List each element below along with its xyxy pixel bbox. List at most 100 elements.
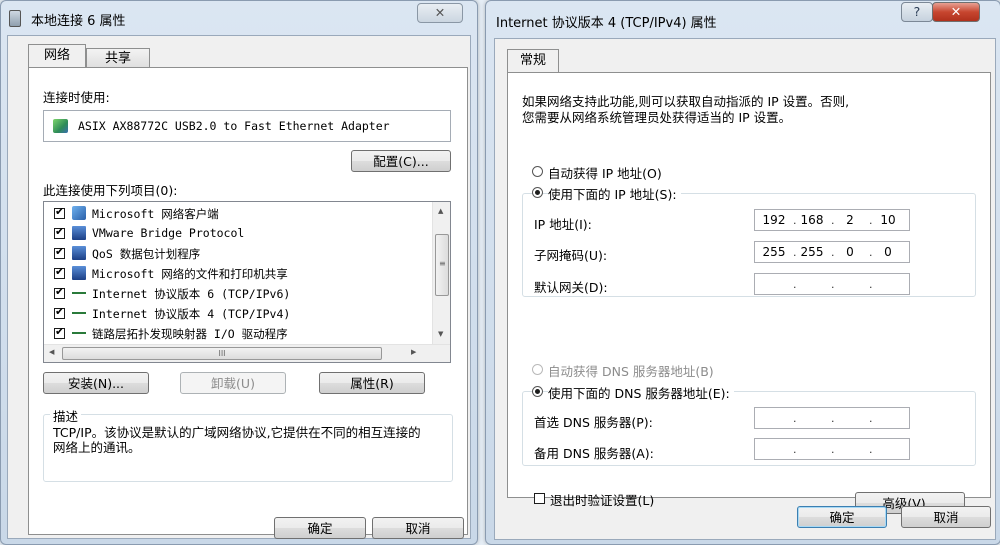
ip-octet-3: 2 [846, 213, 854, 227]
connect-using-label: 连接时使用: [43, 90, 110, 105]
scroll-grip-icon: ≡ [439, 259, 446, 268]
scroll-thumb[interactable]: ≡ [435, 234, 449, 296]
window-title: 本地连接 6 属性 [31, 14, 126, 29]
alternate-dns-label: 备用 DNS 服务器(A): [534, 446, 654, 461]
ip-octet-1: 192 [762, 213, 786, 227]
mask-octet-1: 255 [762, 245, 786, 259]
list-item-checkbox[interactable] [54, 245, 65, 259]
ip-address-input[interactable]: 192 . 168 . 2 . 10 [754, 209, 910, 231]
dialog-client: 常规 如果网络支持此功能,则可以获取自动指派的 IP 设置。否则, 您需要从网络… [494, 38, 996, 540]
window-title: Internet 协议版本 4 (TCP/IPv4) 属性 [496, 16, 717, 31]
cancel-button[interactable]: 取消 [372, 517, 464, 539]
tab-network-label: 网络 [43, 48, 70, 63]
description-label: 描述 [50, 406, 82, 425]
list-item-label: Microsoft 网络客户端 [92, 207, 219, 221]
subnet-mask-input[interactable]: 255 . 255 . 0 . 0 [754, 241, 910, 263]
scroll-thumb-grip: III [218, 349, 226, 358]
auto-ip-label[interactable]: 自动获得 IP 地址(O) [548, 163, 662, 182]
list-item[interactable]: Microsoft 网络客户端 [54, 204, 424, 224]
tab-general[interactable]: 常规 [507, 49, 559, 72]
tcpipv4-properties-window: Internet 协议版本 4 (TCP/IPv4) 属性 ? ✕ 常规 如果网… [485, 0, 1000, 545]
tab-panel-general: 如果网络支持此功能,则可以获取自动指派的 IP 设置。否则, 您需要从网络系统管… [507, 72, 991, 514]
manual-dns-radio[interactable] [532, 386, 543, 397]
preferred-dns-label: 首选 DNS 服务器(P): [534, 415, 653, 430]
list-item[interactable]: QoS 数据包计划程序 [54, 244, 424, 264]
horizontal-scroll-thumb[interactable]: III [62, 347, 382, 360]
close-button[interactable]: ✕ [417, 3, 463, 23]
ok-button[interactable]: 确定 [797, 506, 887, 528]
items-label: 此连接使用下列项目(0): [43, 183, 178, 198]
scroll-up-icon[interactable]: ▲ [438, 207, 443, 215]
list-item[interactable]: 链路层拓扑发现映射器 I/O 驱动程序 [54, 324, 424, 344]
help-button[interactable]: ? [901, 2, 933, 22]
configure-button[interactable]: 配置(C)... [351, 150, 451, 172]
protocol-icon [72, 312, 86, 317]
scroll-down-icon[interactable]: ▼ [438, 330, 443, 338]
cancel-button[interactable]: 取消 [901, 506, 991, 528]
network-client-icon [72, 206, 86, 220]
list-item-checkbox[interactable] [54, 265, 65, 279]
list-item-checkbox[interactable] [54, 285, 65, 299]
list-item-checkbox[interactable] [54, 205, 65, 219]
ip-dot: . [831, 443, 835, 456]
ip-dot: . [869, 412, 873, 425]
tab-network[interactable]: 网络 [28, 44, 86, 67]
tab-sharing[interactable]: 共享 [86, 48, 150, 68]
list-item-label: 链路层拓扑发现映射器 I/O 驱动程序 [92, 327, 288, 341]
list-item-checkbox[interactable] [54, 225, 65, 239]
adapter-field: ASIX AX88772C USB2.0 to Fast Ethernet Ad… [43, 110, 451, 142]
list-item-label: VMware Bridge Protocol [92, 226, 245, 240]
validate-on-exit-label[interactable]: 退出时验证设置(L) [550, 490, 654, 509]
description-group: 描述 TCP/IP。该协议是默认的广域网络协议,它提供在不同的相互连接的网络上的… [43, 406, 453, 482]
intro-line-2: 您需要从网络系统管理员处获得适当的 IP 设置。 [522, 110, 792, 125]
ip-dot: . [793, 278, 797, 291]
list-item[interactable]: Microsoft 网络的文件和打印机共享 [54, 264, 424, 284]
list-item-checkbox[interactable] [54, 325, 65, 339]
ip-octet-4: 10 [880, 213, 896, 227]
ip-dot: . [831, 278, 835, 291]
title-bar: Internet 协议版本 4 (TCP/IPv4) 属性 ? ✕ [486, 1, 1000, 35]
scroll-left-icon[interactable]: ◀ [49, 348, 54, 356]
network-service-icon [72, 226, 86, 240]
vertical-scrollbar[interactable]: ▲ ≡ ▼ [432, 202, 450, 345]
list-item[interactable]: VMware Bridge Protocol [54, 224, 424, 244]
default-gateway-label: 默认网关(D): [534, 280, 608, 295]
list-item-label: Internet 协议版本 6 (TCP/IPv6) [92, 287, 291, 301]
list-item-label: QoS 数据包计划程序 [92, 247, 201, 261]
list-item[interactable]: Internet 协议版本 6 (TCP/IPv6) [54, 284, 424, 304]
install-button[interactable]: 安装(N)... [43, 372, 149, 394]
scroll-right-icon[interactable]: ▶ [411, 348, 416, 356]
dialog-client: 网络 共享 连接时使用: ASIX AX88772C USB2.0 to Fas… [7, 35, 471, 539]
horizontal-scrollbar[interactable]: ◀ III ▶ [44, 344, 450, 362]
protocol-icon [72, 332, 86, 337]
tab-general-label: 常规 [519, 53, 546, 68]
manual-ip-radio[interactable] [532, 187, 543, 198]
mask-octet-3: 0 [846, 245, 854, 259]
auto-dns-label: 自动获得 DNS 服务器地址(B) [548, 364, 714, 379]
adapter-icon [53, 119, 68, 133]
network-service-icon [72, 246, 86, 260]
ip-dot: . [869, 278, 873, 291]
manual-dns-label[interactable]: 使用下面的 DNS 服务器地址(E): [548, 383, 734, 402]
adapter-name: ASIX AX88772C USB2.0 to Fast Ethernet Ad… [78, 119, 390, 133]
list-item[interactable]: Internet 协议版本 4 (TCP/IPv4) [54, 304, 424, 324]
components-list[interactable]: Microsoft 网络客户端 VMware Bridge Protocol QoS… [43, 201, 451, 363]
auto-ip-radio[interactable] [532, 166, 543, 177]
window-icon [9, 10, 21, 27]
default-gateway-input[interactable]: . . . [754, 273, 910, 295]
close-icon: ✕ [950, 4, 962, 19]
tab-panel-network: 连接时使用: ASIX AX88772C USB2.0 to Fast Ethe… [28, 67, 468, 535]
preferred-dns-input[interactable]: . . . [754, 407, 910, 429]
manual-ip-label[interactable]: 使用下面的 IP 地址(S): [548, 184, 681, 203]
mask-octet-4: 0 [884, 245, 892, 259]
ip-dot: . [831, 246, 835, 259]
list-item-checkbox[interactable] [54, 305, 65, 319]
close-button[interactable]: ✕ [932, 2, 980, 22]
ip-dot: . [793, 246, 797, 259]
properties-button[interactable]: 属性(R) [319, 372, 425, 394]
validate-on-exit-checkbox[interactable] [534, 493, 545, 504]
alternate-dns-input[interactable]: . . . [754, 438, 910, 460]
ok-button[interactable]: 确定 [274, 517, 366, 539]
subnet-mask-label: 子网掩码(U): [534, 248, 608, 263]
ip-dot: . [869, 443, 873, 456]
